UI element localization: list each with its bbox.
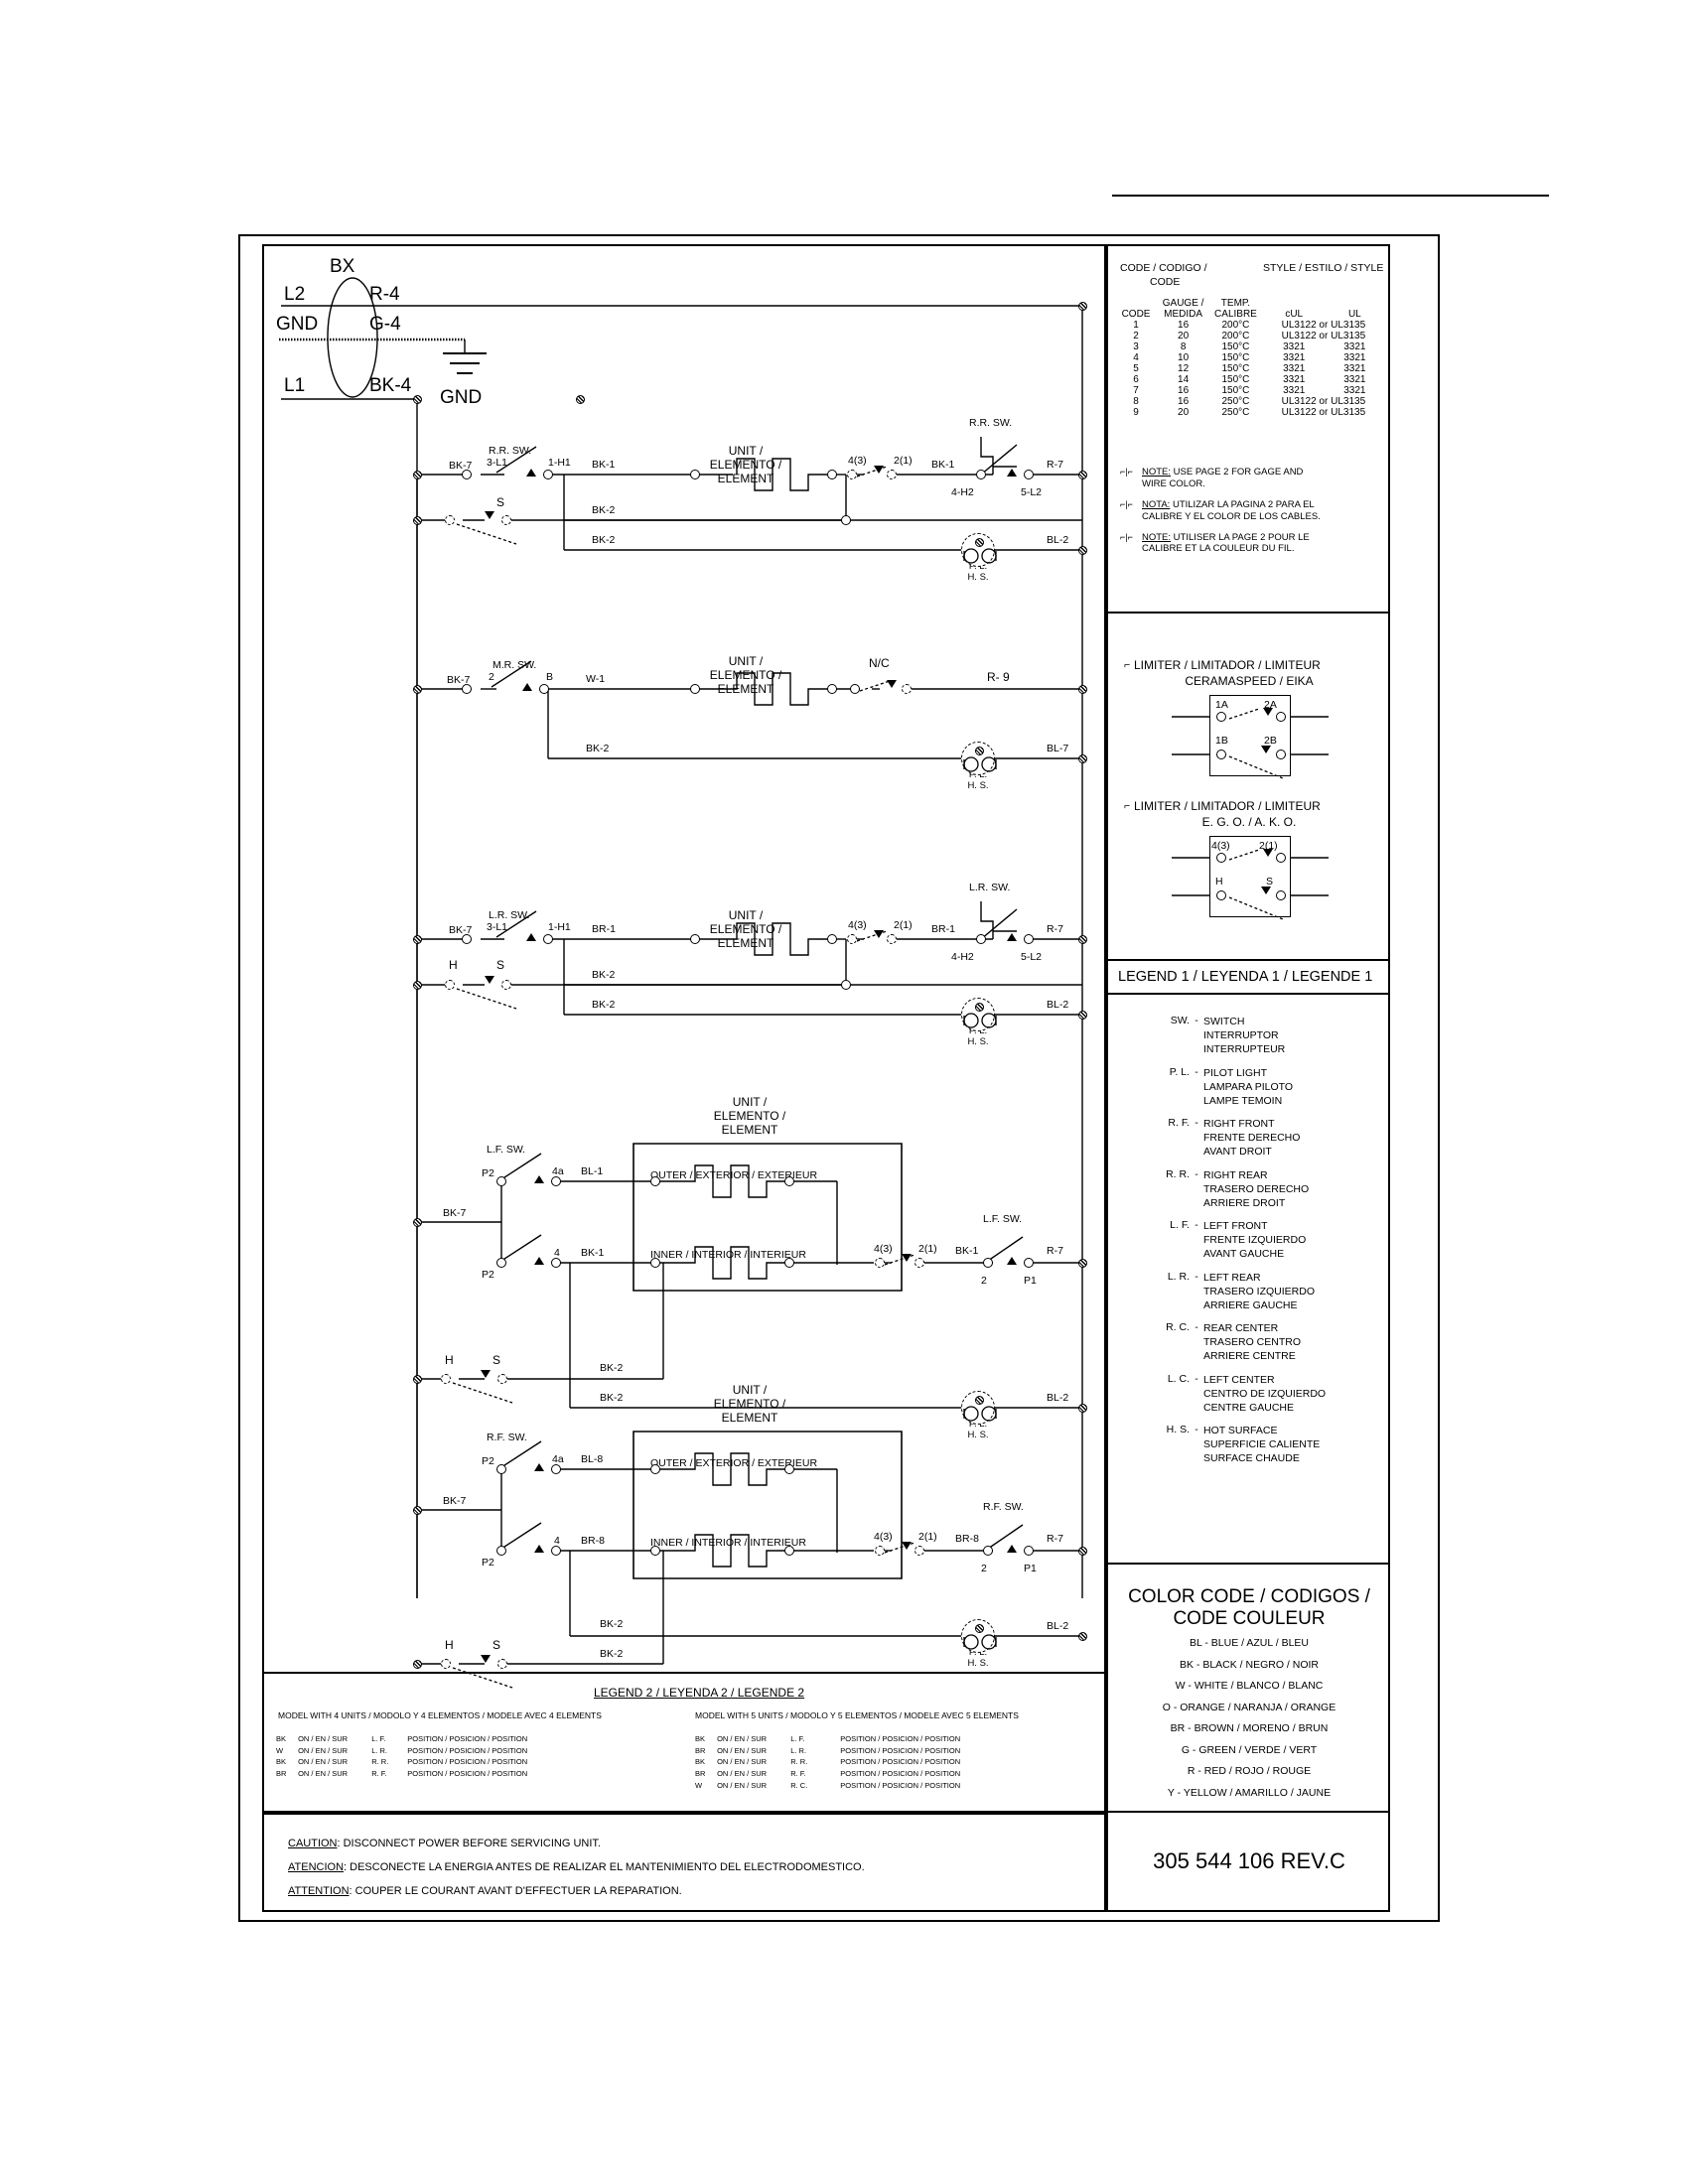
part-number: 305 544 106 REV.C xyxy=(1153,1848,1345,1873)
color-code-item: O - ORANGE / NARANJA / ORANGE xyxy=(1162,1701,1336,1713)
legend1-item: R. R. - RIGHT REAR TRASERO DERECHO ARRIERE… xyxy=(1166,1167,1310,1209)
arrow-marker xyxy=(1261,887,1271,894)
color-code-title1: COLOR CODE / CODIGOS / xyxy=(1128,1586,1370,1607)
color-code-item: BR - BROWN / MORENO / BRUN xyxy=(1170,1722,1329,1734)
color-code-item: BL - BLUE / AZUL / BLEU xyxy=(1189,1637,1310,1649)
limiter-terminal xyxy=(1216,750,1226,759)
color-code-item: G - GREEN / VERDE / VERT xyxy=(1181,1743,1318,1756)
color-code-item: R - RED / ROJO / ROUGE xyxy=(1187,1765,1312,1777)
limiter-terminal xyxy=(1216,853,1226,863)
limiter-terminal xyxy=(1276,890,1286,900)
arrow-marker xyxy=(1261,746,1271,753)
legend1-item: R. F. - RIGHT FRONT FRENTE DERECHO AVANT D… xyxy=(1168,1117,1301,1159)
color-code-item: BK - BLACK / NEGRO / NOIR xyxy=(1179,1658,1320,1671)
limiter-terminal xyxy=(1276,853,1286,863)
limiter-internals xyxy=(0,0,1688,2184)
limiter-terminal xyxy=(1276,750,1286,759)
limiter-terminal xyxy=(1216,890,1226,900)
limiter-terminal xyxy=(1216,712,1226,722)
legend1-items: SW. - SWITCH INTERRUPTOR INTERRUPTEUR P. L… xyxy=(1152,1015,1380,1475)
legend1-item: H. S. - HOT SURFACE SUPERFICIE CALIENTE SU… xyxy=(1166,1424,1321,1465)
legend1-item: P. L. - PILOT LIGHT LAMPARA PILOTO LAMPE T… xyxy=(1169,1065,1294,1107)
color-code-item: Y - YELLOW / AMARILLO / JAUNE xyxy=(1167,1786,1332,1799)
color-code-title2: CODE COULEUR xyxy=(1173,1608,1326,1629)
legend1-item: SW. - SWITCH INTERRUPTOR INTERRUPTEUR xyxy=(1170,1015,1286,1056)
legend1-item: L. R. - LEFT REAR TRASERO IZQUIERDO ARRIER… xyxy=(1167,1270,1316,1311)
legend1-item: L. F. - LEFT FRONT FRENTE IZQUIERDO AVANT … xyxy=(1170,1219,1307,1261)
legend1-item: R. C. - REAR CENTER TRASERO CENTRO ARRIERE… xyxy=(1166,1321,1302,1363)
legend1-header: LEGEND 1 / LEYENDA 1 / LEGENDE 1 xyxy=(1118,969,1373,985)
legend1-item: L. C. - LEFT CENTER CENTRO DE IZQUIERDO CE… xyxy=(1167,1372,1327,1414)
limiter-terminal xyxy=(1276,712,1286,722)
arrow-marker xyxy=(1263,849,1273,857)
color-code-item: W - WHITE / BLANCO / BLANC xyxy=(1175,1680,1324,1692)
color-code-items: BL - BLUE / AZUL / BLEU BK - BLACK / NEG… xyxy=(1114,1638,1384,1809)
arrow-marker xyxy=(1263,708,1273,716)
